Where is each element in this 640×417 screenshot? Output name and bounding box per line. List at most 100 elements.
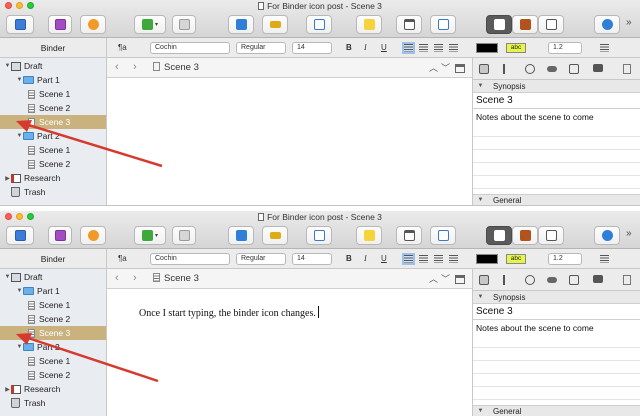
disclosure-triangle-icon[interactable]: ▼	[16, 288, 23, 294]
underline-button[interactable]: U	[381, 42, 387, 54]
snapshot-camera-icon[interactable]	[569, 275, 579, 285]
align-justify-button[interactable]	[449, 44, 458, 52]
editor-header-title[interactable]: Scene 3	[153, 58, 199, 78]
trash-button[interactable]	[172, 226, 196, 245]
snapshot-camera-icon[interactable]	[569, 64, 579, 74]
binder-item-scene[interactable]: Scene 2	[0, 101, 106, 115]
binder-item-part-1[interactable]: ▼ Part 1	[0, 73, 106, 87]
keyword-tag-icon[interactable]	[547, 277, 557, 283]
synopsis-title[interactable]: Scene 3	[476, 95, 513, 106]
paragraph-style-button[interactable]: ¶a	[118, 253, 127, 265]
disclosure-triangle-icon[interactable]: ▶	[4, 386, 11, 393]
sync-button[interactable]	[80, 226, 106, 245]
layout-button[interactable]	[396, 15, 422, 34]
underline-button[interactable]: U	[381, 253, 387, 265]
disclosure-triangle-icon[interactable]: ▼	[4, 63, 11, 69]
font-family-select[interactable]: Cochin	[150, 42, 230, 54]
notes-tab-icon[interactable]	[479, 64, 489, 74]
comment-button[interactable]	[356, 15, 382, 34]
chevron-down-icon[interactable]: ﹀	[441, 272, 450, 285]
binder-item-trash[interactable]: Trash	[0, 396, 106, 410]
metadata-tab-icon[interactable]	[525, 275, 535, 285]
binder-item-scene[interactable]: Scene 2	[0, 368, 106, 382]
binder-item-research[interactable]: ▶ Research	[0, 382, 106, 396]
binder-item-part-2[interactable]: ▼ Part 2	[0, 340, 106, 354]
align-center-button[interactable]	[419, 44, 428, 52]
toolbar-overflow-icon[interactable]: »	[626, 228, 632, 239]
font-size-field[interactable]: 14	[292, 253, 332, 265]
bookmark-tab-icon[interactable]	[503, 275, 513, 285]
disclosure-triangle-icon[interactable]: ▼	[4, 274, 11, 280]
comments-tab-icon[interactable]	[593, 275, 603, 283]
trash-button[interactable]	[172, 15, 196, 34]
line-spacing-select[interactable]: 1.2	[548, 42, 582, 54]
binder-item-scene[interactable]: Scene 1	[0, 354, 106, 368]
binder-item-part-1[interactable]: ▼ Part 1	[0, 284, 106, 298]
synopsis-header[interactable]: ▼ Synopsis	[473, 80, 640, 93]
chevron-up-icon[interactable]: ︿	[429, 61, 438, 74]
compile-button[interactable]	[430, 226, 456, 245]
binder-item-scene-selected[interactable]: Scene 3	[0, 326, 106, 340]
text-color-button[interactable]	[476, 43, 498, 53]
general-header[interactable]: ▼ General	[473, 405, 640, 416]
font-weight-select[interactable]: Regular	[236, 42, 286, 54]
paragraph-style-button[interactable]: ¶a	[118, 42, 127, 54]
compose-button[interactable]	[306, 15, 332, 34]
chevron-up-icon[interactable]: ︿	[429, 272, 438, 285]
synopsis-title[interactable]: Scene 3	[476, 306, 513, 317]
binder-item-draft[interactable]: ▼ Draft	[0, 270, 106, 284]
align-right-button[interactable]	[434, 44, 443, 52]
bold-button[interactable]: B	[346, 253, 352, 265]
back-arrow-icon[interactable]: ‹	[115, 61, 119, 73]
highlight-color-button[interactable]: abc	[506, 43, 526, 53]
disclosure-triangle-icon[interactable]: ▼	[16, 344, 23, 350]
bookmark-tab-icon[interactable]	[503, 64, 513, 74]
add-item-button[interactable]: ▾	[134, 15, 166, 34]
inspector-toggle-button[interactable]	[594, 15, 620, 34]
binder-item-scene-selected[interactable]: Scene 3	[0, 115, 106, 129]
view-document-button[interactable]	[486, 15, 512, 34]
synopsis-header[interactable]: ▼ Synopsis	[473, 291, 640, 304]
toolbar-overflow-icon[interactable]: »	[626, 17, 632, 28]
binder-item-part-2[interactable]: ▼ Part 2	[0, 129, 106, 143]
editor-header-title[interactable]: Scene 3	[153, 269, 199, 289]
split-editor-icon[interactable]	[455, 275, 465, 284]
forward-arrow-icon[interactable]: ›	[133, 61, 137, 73]
text-color-button[interactable]	[476, 254, 498, 264]
disclosure-triangle-icon[interactable]: ▶	[4, 175, 11, 182]
italic-button[interactable]: I	[364, 253, 367, 265]
keywords-button[interactable]	[262, 15, 288, 34]
binder-toggle-button[interactable]	[6, 226, 34, 245]
align-center-button[interactable]	[419, 255, 428, 263]
list-button[interactable]	[600, 44, 609, 52]
synopsis-lines[interactable]	[473, 335, 640, 405]
binder-item-scene[interactable]: Scene 2	[0, 157, 106, 171]
view-outline-button[interactable]	[538, 15, 564, 34]
general-header[interactable]: ▼ General	[473, 194, 640, 205]
binder-item-trash[interactable]: Trash	[0, 185, 106, 199]
italic-button[interactable]: I	[364, 42, 367, 54]
line-spacing-select[interactable]: 1.2	[548, 253, 582, 265]
disclosure-triangle-icon[interactable]: ▼	[477, 406, 484, 416]
disclosure-triangle-icon[interactable]: ▼	[16, 133, 23, 139]
keyword-tag-icon[interactable]	[547, 66, 557, 72]
lock-icon[interactable]	[623, 275, 631, 285]
binder-item-draft[interactable]: ▼ Draft	[0, 59, 106, 73]
align-left-button[interactable]	[402, 253, 415, 265]
split-editor-icon[interactable]	[455, 64, 465, 73]
forward-arrow-icon[interactable]: ›	[133, 272, 137, 284]
synopsis-notes[interactable]: Notes about the scene to come	[476, 112, 594, 122]
font-size-field[interactable]: 14	[292, 42, 332, 54]
keywords-button[interactable]	[262, 226, 288, 245]
bold-button[interactable]: B	[346, 42, 352, 54]
comments-tab-icon[interactable]	[593, 64, 603, 72]
back-arrow-icon[interactable]: ‹	[115, 272, 119, 284]
binder-item-scene[interactable]: Scene 1	[0, 87, 106, 101]
highlight-color-button[interactable]: abc	[506, 254, 526, 264]
editor-text[interactable]: Once I start typing, the binder icon cha…	[139, 306, 319, 319]
add-item-button[interactable]: ▾	[134, 226, 166, 245]
disclosure-triangle-icon[interactable]: ▼	[16, 77, 23, 83]
sync-button[interactable]	[80, 15, 106, 34]
binder-item-scene[interactable]: Scene 2	[0, 312, 106, 326]
align-justify-button[interactable]	[449, 255, 458, 263]
